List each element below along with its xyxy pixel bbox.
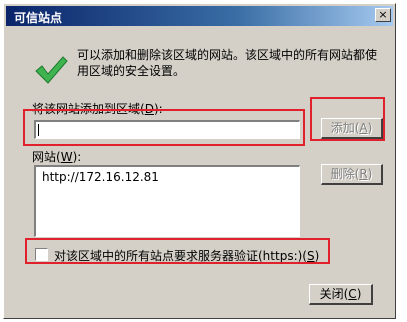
zone-description: 可以添加和删除该区域的网站。该区域中的所有网站都使用区域的安全设置。 [77,48,378,78]
list-item[interactable]: http://172.16.12.81 [42,170,159,184]
add-site-label: 将该网站添加到区域(D): [32,102,163,116]
window-title: 可信站点 [14,11,63,25]
close-button[interactable]: 关闭(C) [309,284,373,305]
add-button[interactable]: 添加(A) [321,118,383,139]
add-site-input[interactable] [34,120,300,139]
require-https-checkbox[interactable] [35,248,48,261]
green-checkmark-icon [35,56,68,84]
trusted-sites-dialog: 可信站点 × 可以添加和删除该区域的网站。该区域中的所有网站都使用区域的安全设置… [3,3,396,319]
title-bar[interactable]: 可信站点 × [6,6,393,26]
sites-list[interactable]: http://172.16.12.81 [34,165,300,237]
remove-button[interactable]: 删除(R) [321,164,383,185]
text-caret [38,124,39,136]
require-https-label[interactable]: 对该区域中的所有站点要求服务器验证(https:)(S) [54,247,319,264]
sites-label: 网站(W): [32,150,82,164]
close-icon[interactable]: × [375,8,391,22]
